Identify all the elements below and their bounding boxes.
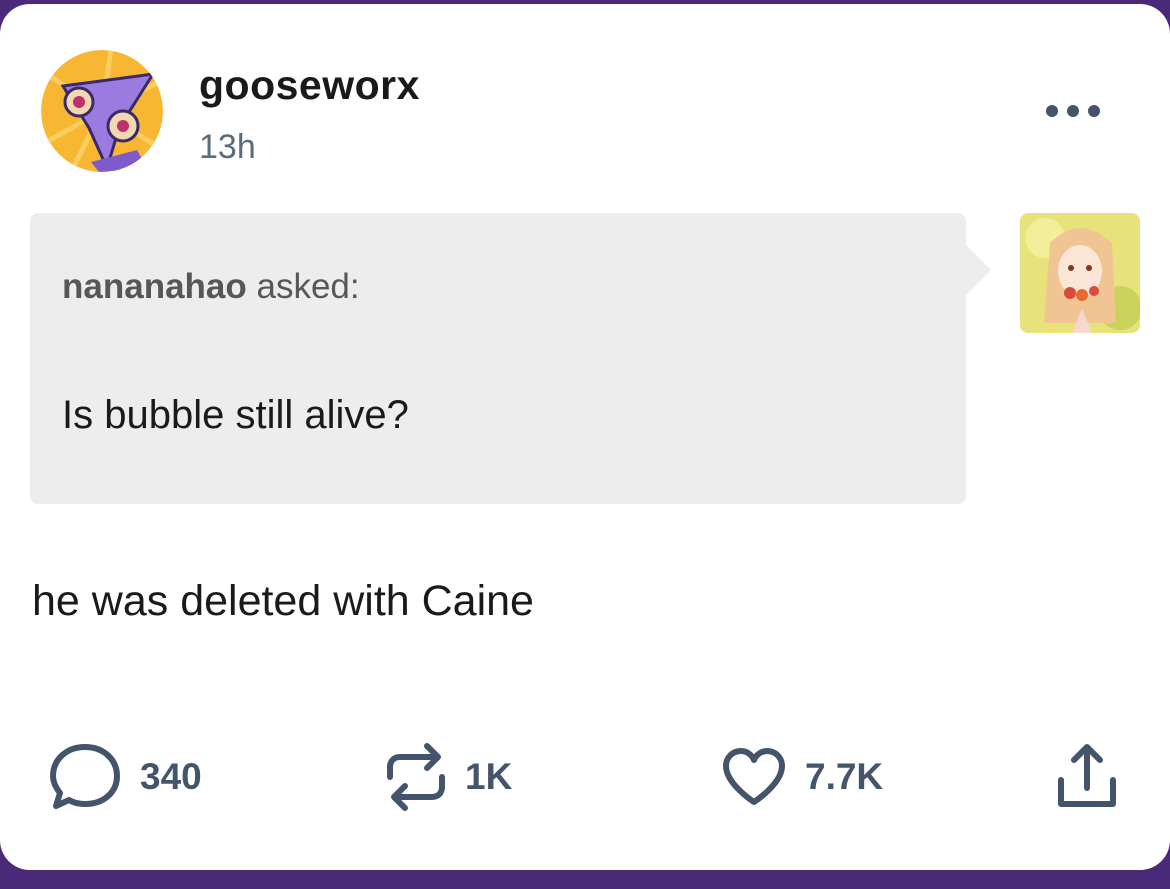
share-icon — [1056, 742, 1118, 812]
reblog-icon — [385, 741, 447, 813]
answer-text: he was deleted with Caine — [32, 577, 534, 625]
author-avatar[interactable] — [41, 50, 163, 172]
asker-avatar[interactable] — [1020, 213, 1140, 333]
like-count: 7.7K — [805, 756, 884, 797]
author-username[interactable]: gooseworx — [199, 62, 420, 109]
comment-count: 340 — [140, 756, 202, 797]
reblog-count: 1K — [465, 756, 513, 797]
ask-question: Is bubble still alive? — [62, 393, 409, 437]
reblog-button[interactable]: 1K — [385, 741, 512, 813]
post-timestamp: 13h — [199, 128, 256, 166]
asker-name[interactable]: nananahao — [62, 267, 247, 306]
like-button[interactable]: 7.7K — [721, 741, 883, 813]
more-options-icon — [1040, 96, 1106, 126]
comment-button[interactable]: 340 — [48, 741, 202, 813]
more-options-button[interactable] — [1040, 96, 1106, 126]
ask-bubble-tail — [966, 245, 991, 295]
share-button[interactable] — [1056, 741, 1118, 813]
asker-line: nananahao asked: — [62, 267, 360, 307]
asked-label: asked: — [256, 267, 360, 306]
comment-icon — [48, 742, 122, 812]
heart-icon — [721, 746, 787, 808]
ask-bubble: nananahao asked: Is bubble still alive? — [30, 213, 966, 504]
post-card: gooseworx 13h nananahao asked: Is bubble… — [0, 4, 1170, 870]
